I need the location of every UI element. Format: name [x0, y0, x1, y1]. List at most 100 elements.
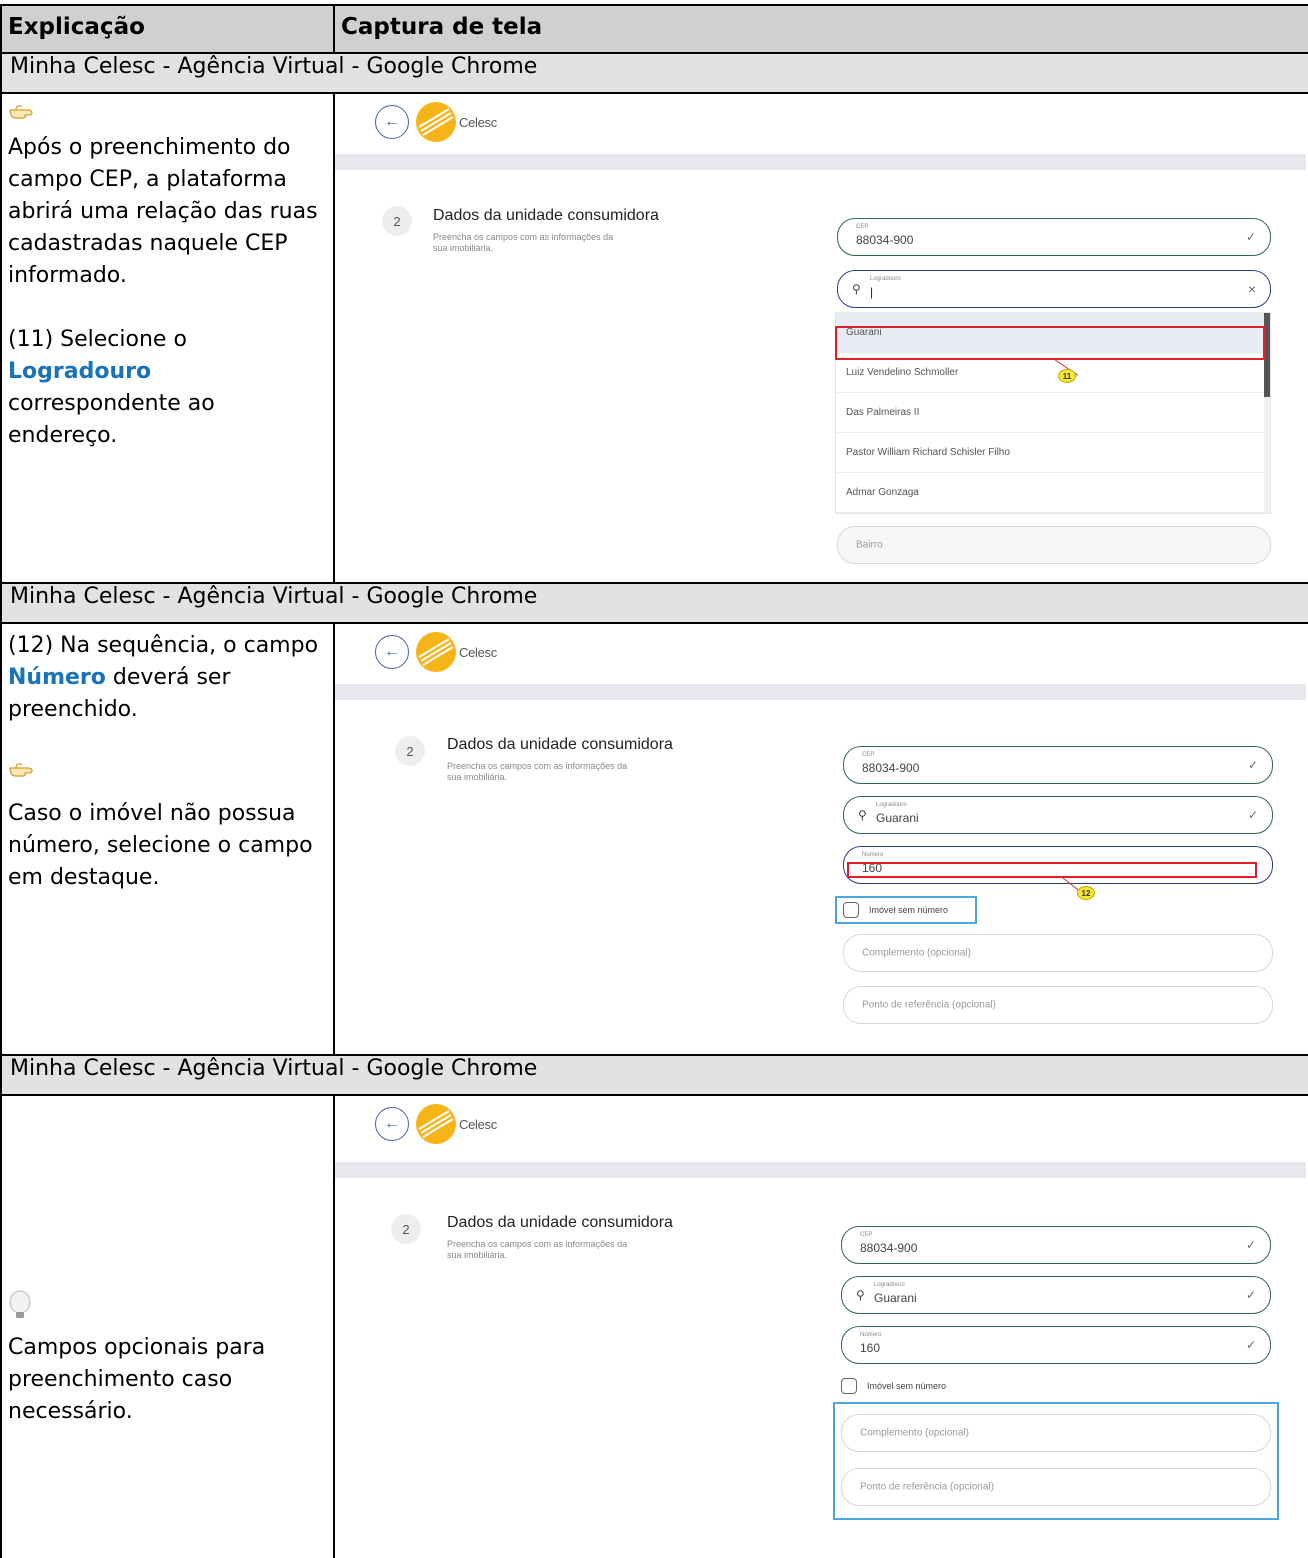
brand-name: Celesc [459, 1116, 497, 1132]
window-title-bar: Minha Celesc - Agência Virtual - Google … [0, 582, 1308, 624]
sem-numero-option[interactable]: Imóvel sem número [841, 1378, 946, 1394]
logradouro-field[interactable]: ⚲ Logradouro Guarani ✓ [841, 1276, 1271, 1314]
step-number: 2 [391, 1214, 421, 1244]
logradouro-label: Logradouro [874, 1282, 905, 1288]
window-title: Minha Celesc - Agência Virtual - Google … [0, 582, 1308, 624]
window-title-bar: Minha Celesc - Agência Virtual - Google … [0, 52, 1308, 94]
highlight-numero: Número [8, 665, 106, 690]
instruction-table: Explicação Captura de tela Minha Celesc … [0, 4, 1308, 1558]
cep-field[interactable]: CEP 88034-900 ✓ [841, 1226, 1271, 1264]
window-title-bar: Minha Celesc - Agência Virtual - Google … [0, 1054, 1308, 1096]
sem-numero-label: Imóvel sem número [867, 1381, 947, 1391]
check-circle-icon: ✓ [1245, 1338, 1256, 1352]
cep-field[interactable]: CEP 88034-900 ✓ [843, 746, 1273, 784]
desc-line: sua imobiliária. [447, 1250, 508, 1260]
lightbulb-icon [8, 1290, 32, 1322]
referencia-placeholder: Ponto de referência (opcional) [862, 999, 996, 1011]
explanation-cell: (12) Na sequência, o campo Número deverá… [0, 622, 335, 1056]
referencia-field[interactable]: Ponto de referência (opcional) [841, 1468, 1271, 1506]
screenshot-cell: ← Celesc 2 Dados da unidade consumidora … [333, 92, 1308, 584]
bairro-placeholder: Bairro [856, 539, 883, 551]
highlight-frame [847, 862, 1257, 878]
callout-11: 11 [1058, 369, 1076, 383]
form-description: Preencha os campos com as informações da… [447, 1239, 677, 1261]
step-row-3: Campos opcionais para preenchimento caso… [0, 1094, 1308, 1558]
complemento-placeholder: Complemento (opcional) [860, 1427, 969, 1439]
header-screenshot: Captura de tela [333, 4, 1308, 54]
explanation-cell: Campos opcionais para preenchimento caso… [0, 1094, 335, 1558]
desc-line: sua imobiliária. [447, 772, 508, 782]
sem-numero-checkbox[interactable] [843, 902, 859, 918]
cep-value: 88034-900 [856, 233, 914, 247]
header-explanation: Explicação [0, 4, 335, 54]
instruction-text: (11) Selecione o [8, 327, 187, 352]
explanation-instruction: (11) Selecione o Logradouro corresponden… [8, 324, 327, 452]
list-item[interactable]: Admar Gonzaga [836, 473, 1270, 513]
top-nav: ← Celesc [375, 102, 497, 142]
window-title: Minha Celesc - Agência Virtual - Google … [0, 52, 1308, 94]
callout-12: 12 [1077, 886, 1095, 900]
back-arrow-icon[interactable]: ← [375, 1107, 409, 1141]
cep-field[interactable]: CEP 88034-900 ✓ [837, 218, 1271, 256]
screenshot-cell: ← Celesc 2 Dados da unidade consumidora … [333, 622, 1308, 1056]
logradouro-field[interactable]: ⚲ Logradouro Guarani ✓ [843, 796, 1273, 834]
top-nav: ← Celesc [375, 632, 497, 672]
check-circle-icon: ✓ [1247, 758, 1258, 772]
explanation-instruction: (12) Na sequência, o campo Número deverá… [8, 630, 327, 726]
celesc-logo-icon [415, 1103, 457, 1145]
logradouro-value: Guarani [876, 811, 919, 825]
brand-name: Celesc [459, 114, 497, 130]
header-strip [335, 684, 1306, 700]
header-strip [335, 154, 1306, 170]
instruction-text: correspondente ao endereço. [8, 391, 215, 448]
text-cursor: | [870, 285, 874, 299]
numero-value: 160 [860, 1341, 881, 1355]
clear-icon[interactable]: × [1248, 281, 1256, 297]
back-arrow-icon[interactable]: ← [375, 635, 409, 669]
header-strip [335, 1162, 1306, 1178]
screenshot-2: ← Celesc 2 Dados da unidade consumidora … [335, 624, 1306, 1052]
desc-line: Preencha os campos com as informações da [447, 1239, 628, 1249]
cep-value: 88034-900 [862, 761, 920, 775]
step-number: 2 [395, 736, 425, 766]
referencia-field[interactable]: Ponto de referência (opcional) [843, 986, 1273, 1024]
list-item[interactable]: Das Palmeiras II [836, 393, 1270, 433]
complemento-field[interactable]: Complemento (opcional) [843, 934, 1273, 972]
complemento-placeholder: Complemento (opcional) [862, 947, 971, 959]
desc-line: Preencha os campos com as informações da [433, 232, 614, 242]
cep-label: CEP [860, 1232, 873, 1238]
form-description: Preencha os campos com as informações da… [447, 761, 677, 783]
list-item[interactable]: Pastor William Richard Schisler Filho [836, 433, 1270, 473]
explanation-text: Campos opcionais para preenchimento caso… [8, 1335, 266, 1424]
check-circle-icon: ✓ [1247, 808, 1258, 822]
desc-line: Preencha os campos com as informações da [447, 761, 628, 771]
numero-label: Número [862, 852, 884, 858]
screenshot-cell: ← Celesc 2 Dados da unidade consumidora … [333, 1094, 1308, 1558]
pointing-hand-icon [8, 758, 36, 778]
logradouro-label: Logradouro [876, 802, 907, 808]
search-icon: ⚲ [856, 1288, 865, 1302]
form-title: Dados da unidade consumidora [447, 1214, 673, 1231]
celesc-logo-icon [415, 631, 457, 673]
cep-value: 88034-900 [860, 1241, 918, 1255]
sem-numero-label: Imóvel sem número [869, 905, 949, 915]
top-nav: ← Celesc [375, 1104, 497, 1144]
screenshot-3: ← Celesc 2 Dados da unidade consumidora … [335, 1096, 1306, 1558]
pointing-hand-icon [8, 100, 36, 120]
logradouro-label: Logradouro [870, 276, 901, 282]
search-icon: ⚲ [858, 808, 867, 822]
bairro-field[interactable]: Bairro [837, 526, 1271, 564]
check-circle-icon: ✓ [1245, 1238, 1256, 1252]
form-title: Dados da unidade consumidora [447, 736, 673, 753]
complemento-field[interactable]: Complemento (opcional) [841, 1414, 1271, 1452]
numero-field[interactable]: Número 160 ✓ [841, 1326, 1271, 1364]
sem-numero-option[interactable]: Imóvel sem número [843, 902, 948, 918]
numero-label: Número [860, 1332, 882, 1338]
sem-numero-checkbox[interactable] [841, 1378, 857, 1394]
form-description: Preencha os campos com as informações da… [433, 232, 663, 254]
back-arrow-icon[interactable]: ← [375, 105, 409, 139]
check-circle-icon: ✓ [1245, 230, 1256, 244]
cep-label: CEP [862, 752, 875, 758]
logradouro-search-input[interactable]: ⚲ Logradouro | × [837, 270, 1271, 308]
form-title: Dados da unidade consumidora [433, 207, 659, 224]
